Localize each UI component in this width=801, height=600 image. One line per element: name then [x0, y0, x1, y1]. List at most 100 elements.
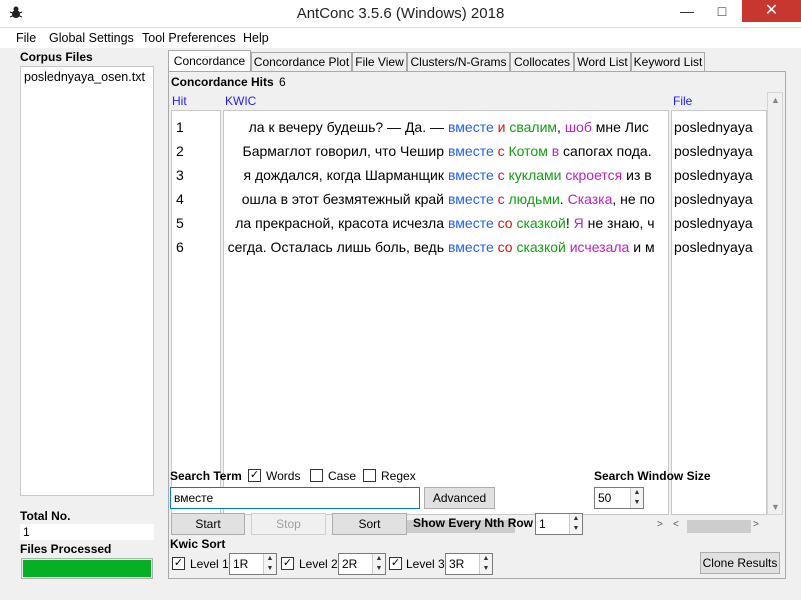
file-name-cell[interactable]: poslednyaya: [674, 163, 753, 187]
scroll-up-arrow-icon[interactable]: ▲: [771, 95, 780, 105]
kwic-right-context: вместе и свалим, шоб мне Лис: [448, 115, 649, 139]
results-vertical-scrollbar[interactable]: ▲ ▼: [767, 92, 783, 515]
kwic-token: сказкой: [516, 215, 566, 231]
search-term-input[interactable]: вместе: [170, 487, 420, 509]
kwic-token: сказкой: [516, 239, 566, 255]
kwic-row[interactable]: сегда. Осталась лишь боль, ведь вместе со…: [224, 235, 668, 259]
kwic-token: со: [497, 239, 513, 255]
kwic-row[interactable]: ла к вечеру будешь? — Да. — вместе и свал…: [224, 115, 668, 139]
scroll-right-arrow-icon[interactable]: >: [657, 519, 663, 530]
scroll-right-arrow-icon[interactable]: >: [753, 519, 759, 530]
spin-down-icon[interactable]: ▼: [373, 564, 385, 574]
words-checkbox[interactable]: ✓: [248, 469, 261, 482]
kwic-token: исчезала: [569, 239, 630, 255]
file-column[interactable]: poslednyaya poslednyaya poslednyaya posledn…: [671, 110, 767, 515]
progress-fill: [23, 560, 151, 577]
kwic-row[interactable]: я дождался, когда Шарманщик вместе с кукл…: [224, 163, 668, 187]
level-1-spinner[interactable]: ▲ ▼: [263, 554, 276, 574]
scroll-down-arrow-icon[interactable]: ▼: [771, 502, 780, 512]
kwic-column[interactable]: ла к вечеру будешь? — Да. — вместе и свал…: [223, 110, 669, 515]
scroll-left-arrow-icon[interactable]: <: [673, 519, 679, 530]
menu-tool-preferences[interactable]: Tool Preferences: [142, 31, 236, 45]
spin-down-icon[interactable]: ▼: [570, 524, 582, 534]
level-3-checkbox[interactable]: ✓: [389, 557, 402, 570]
case-checkbox[interactable]: [310, 469, 323, 482]
kwic-row[interactable]: ошла в этот безмятежный край вместе с люд…: [224, 187, 668, 211]
menu-help[interactable]: Help: [243, 31, 269, 45]
file-column-header[interactable]: File: [673, 94, 692, 108]
title-bar: AntConc 3.5.6 (Windows) 2018 — □ ✕: [0, 0, 801, 28]
file-scroll-thumb[interactable]: [687, 520, 751, 533]
kwic-token: людьми: [508, 191, 560, 207]
spin-up-icon[interactable]: ▲: [480, 554, 492, 564]
tab-word-list[interactable]: Word List: [574, 52, 631, 71]
kwic-token: , не по: [612, 191, 655, 207]
tab-concordance-plot[interactable]: Concordance Plot: [251, 52, 352, 71]
clone-results-button[interactable]: Clone Results: [700, 552, 780, 574]
case-label: Case: [328, 469, 357, 483]
kwic-token: шоб: [564, 119, 592, 135]
spin-up-icon[interactable]: ▲: [570, 514, 582, 524]
hit-number: 2: [176, 143, 184, 159]
nth-row-spinner[interactable]: ▲ ▼: [569, 514, 582, 534]
sort-button[interactable]: Sort: [332, 513, 407, 535]
spin-down-icon[interactable]: ▼: [264, 564, 276, 574]
tab-file-view[interactable]: File View: [352, 52, 407, 71]
minimize-button[interactable]: —: [670, 0, 704, 22]
menu-file[interactable]: File: [16, 31, 36, 45]
nth-row-label: Show Every Nth Row: [413, 516, 534, 530]
stop-button[interactable]: Stop: [251, 513, 326, 535]
spin-down-icon[interactable]: ▼: [631, 498, 643, 508]
file-name-cell[interactable]: poslednyaya: [674, 187, 753, 211]
spin-up-icon[interactable]: ▲: [631, 488, 643, 498]
level-2-checkbox[interactable]: ✓: [281, 557, 294, 570]
advanced-button[interactable]: Advanced: [424, 487, 495, 509]
kwic-left-context: ла к вечеру будешь? — Да. —: [248, 119, 444, 135]
spin-up-icon[interactable]: ▲: [264, 554, 276, 564]
corpus-file-list[interactable]: poslednyaya_osen.txt: [20, 66, 154, 496]
hit-number: 6: [176, 239, 184, 255]
kwic-keyword: вместе: [448, 167, 494, 183]
maximize-button[interactable]: □: [705, 0, 739, 22]
level-2-label: Level 2: [299, 557, 338, 571]
level-2-spinner[interactable]: ▲ ▼: [372, 554, 385, 574]
regex-checkbox[interactable]: [363, 469, 376, 482]
hit-column[interactable]: 1 2 3 4 5 6: [171, 110, 221, 515]
kwic-row[interactable]: Бармаглот говорил, что Чешир вместе с Кот…: [224, 139, 668, 163]
corpus-file-item[interactable]: poslednyaya_osen.txt: [24, 70, 145, 84]
tab-keyword-list[interactable]: Keyword List: [631, 52, 705, 71]
spin-down-icon[interactable]: ▼: [480, 564, 492, 574]
spin-up-icon[interactable]: ▲: [373, 554, 385, 564]
start-button[interactable]: Start: [171, 513, 245, 535]
kwic-token: .: [559, 191, 568, 207]
total-files-label: Total No.: [20, 509, 71, 523]
kwic-keyword: вместе: [448, 191, 494, 207]
kwic-left-context: сегда. Осталась лишь боль, ведь: [227, 239, 444, 255]
file-horizontal-scrollbar[interactable]: < >: [671, 518, 783, 535]
file-name-cell[interactable]: poslednyaya: [674, 235, 753, 259]
kwic-token: скроется: [565, 167, 623, 183]
files-processed-label: Files Processed: [20, 542, 112, 556]
hit-column-header[interactable]: Hit: [172, 94, 187, 108]
kwic-right-context: вместе с Котом в сапогах пода.: [448, 139, 652, 163]
tab-clusters-ngrams[interactable]: Clusters/N-Grams: [407, 52, 510, 71]
kwic-right-context: вместе с куклами скроется из в: [448, 163, 652, 187]
search-window-size-label: Search Window Size: [594, 469, 711, 483]
level-1-checkbox[interactable]: ✓: [172, 557, 185, 570]
level-3-label: Level 3: [406, 557, 445, 571]
kwic-token: куклами: [508, 167, 562, 183]
close-button[interactable]: ✕: [742, 0, 801, 22]
window-size-spinner[interactable]: ▲ ▼: [630, 488, 643, 508]
file-name-cell[interactable]: poslednyaya: [674, 139, 753, 163]
kwic-right-context: вместе со сказкой исчезала и м: [448, 235, 655, 259]
kwic-row[interactable]: ла прекрасной, красота исчезла вместе со …: [224, 211, 668, 235]
corpus-panel: Corpus Files poslednyaya_osen.txt Total …: [18, 50, 156, 580]
hit-number: 3: [176, 167, 184, 183]
kwic-column-header[interactable]: KWIC: [225, 94, 256, 108]
file-name-cell[interactable]: poslednyaya: [674, 211, 753, 235]
tab-collocates[interactable]: Collocates: [510, 52, 574, 71]
file-name-cell[interactable]: poslednyaya: [674, 115, 753, 139]
level-3-spinner[interactable]: ▲ ▼: [479, 554, 492, 574]
menu-global-settings[interactable]: Global Settings: [49, 31, 134, 45]
tab-concordance[interactable]: Concordance: [168, 50, 251, 72]
